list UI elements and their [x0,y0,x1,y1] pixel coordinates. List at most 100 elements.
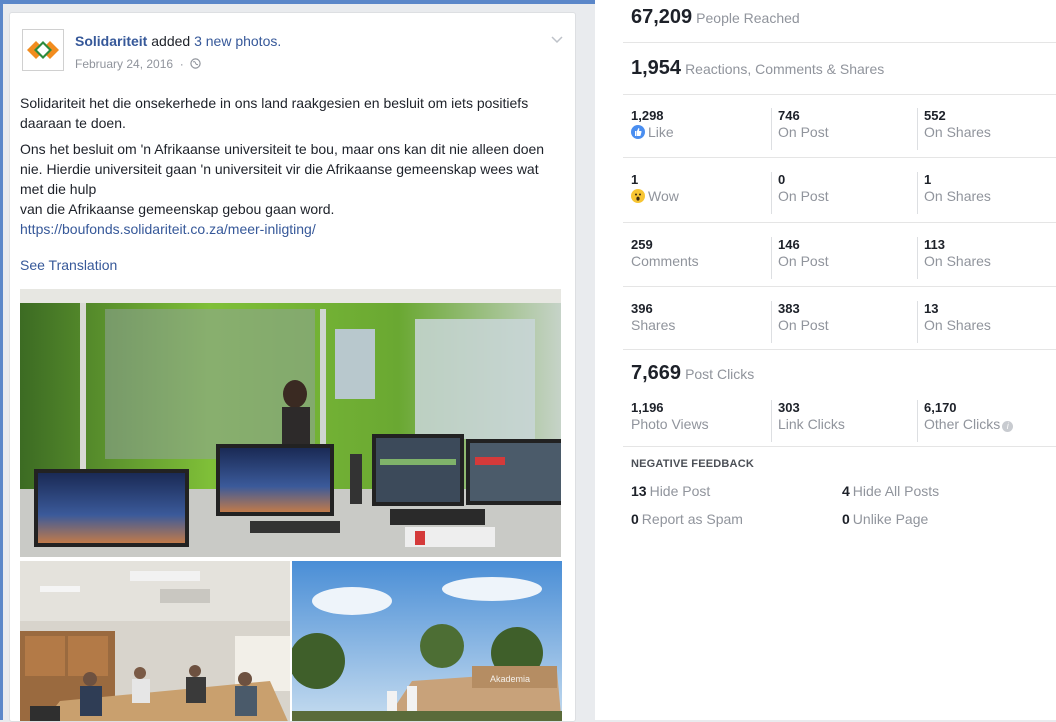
like-total-cell: 1,298 Like [631,108,761,150]
wow-total-label-wrap: Wow [631,187,761,205]
separator-dot: · [176,57,188,71]
clicks-row: 1,196 Photo Views 303 Link Clicks 6,170 … [631,400,1056,444]
new-photos-link[interactable]: 3 new photos. [194,33,281,49]
like-on-post-value: 746 [778,108,800,123]
post-card: Solidariteit added 3 new photos. Februar… [9,12,576,722]
post-clicks-value: 7,669 [631,362,682,384]
wow-on-shares-cell: 1 On Shares [917,172,1054,214]
comments-on-shares-label: On Shares [924,253,991,269]
comments-on-shares-cell: 113 On Shares [917,237,1054,279]
post-photo-main[interactable] [20,289,561,557]
wow-on-post-cell: 0 On Post [771,172,908,214]
link-clicks-value: 303 [778,400,800,415]
post-paragraph-2: Ons het besluit om 'n Afrikaanse univers… [20,139,560,239]
divider [623,222,1056,223]
akademia-building-photo: Akademia [292,561,562,721]
reactions-row-like: 1,298 Like 746 On Post 552 On Shares [631,108,1056,152]
see-translation-link[interactable]: See Translation [20,257,117,273]
link-clicks-cell: 303 Link Clicks [771,400,908,442]
shares-on-shares-label: On Shares [924,317,991,333]
other-clicks-label-wrap: Other Clicks i [924,415,1054,433]
post-date-line: February 24, 2016 · [75,57,202,71]
like-total-label-wrap: Like [631,123,761,141]
other-clicks-cell: 6,170 Other Clicks i [917,400,1054,442]
comments-total-label: Comments [631,253,699,269]
like-on-post-cell: 746 On Post [771,108,908,150]
wow-total-value: 1 [631,172,639,187]
post-options-chevron-icon[interactable] [549,31,565,47]
divider [623,94,1056,95]
comments-on-shares-value: 113 [924,237,945,252]
hide-post-stat: 13 Hide Post [631,483,710,499]
shares-total-label: Shares [631,317,676,333]
shares-on-post-value: 383 [778,301,800,316]
post-clicks-line: 7,669 Post Clicks [631,362,754,385]
reactions-row-comments: 259 Comments 146 On Post 113 On Shares [631,237,1056,281]
post-date[interactable]: February 24, 2016 [75,57,173,71]
other-clicks-value: 6,170 [924,400,957,415]
divider [623,446,1056,447]
photo-views-cell: 1,196 Photo Views [631,400,761,442]
wow-on-post-value: 0 [778,172,786,187]
hide-all-posts-value: 4 [842,483,850,499]
post-paragraph-2-line-1: Ons het besluit om 'n Afrikaanse univers… [20,141,545,197]
wow-on-post-label: On Post [778,188,829,204]
negative-feedback-title: NEGATIVE FEEDBACK [631,458,754,470]
shares-on-shares-cell: 13 On Shares [917,301,1054,343]
divider [623,42,1056,43]
shares-on-post-cell: 383 On Post [771,301,908,343]
reactions-row-shares: 396 Shares 383 On Post 13 On Shares [631,301,1056,345]
wow-total-cell: 1 Wow [631,172,761,214]
page-avatar[interactable] [22,29,64,71]
wow-total-label: Wow [648,188,679,204]
window-frame-left [0,0,3,720]
unlike-page-value: 0 [842,511,850,527]
photo-views-value: 1,196 [631,400,664,415]
report-spam-stat: 0 Report as Spam [631,511,743,527]
shares-total-value: 396 [631,301,653,316]
photo-views-label: Photo Views [631,416,709,432]
globe-icon[interactable] [190,58,202,69]
hide-all-posts-label: Hide All Posts [852,483,940,499]
other-clicks-label: Other Clicks [924,416,1001,432]
solidariteit-logo-icon [23,30,63,70]
control-room-photo [20,289,561,557]
wow-icon [631,189,645,203]
shares-total-cell: 396 Shares [631,301,761,343]
people-reached-line: 67,209 People Reached [631,6,800,29]
report-spam-label: Report as Spam [641,511,743,527]
comments-total-cell: 259 Comments [631,237,761,279]
like-total-value: 1,298 [631,108,664,123]
comments-on-post-label: On Post [778,253,829,269]
report-spam-value: 0 [631,511,639,527]
author-name-link[interactable]: Solidariteit [75,33,147,49]
post-photo-building[interactable]: Akademia [292,561,562,721]
like-on-shares-label: On Shares [924,124,991,140]
comments-total-value: 259 [631,237,653,252]
post-action-text: added [151,33,191,49]
comments-on-post-cell: 146 On Post [771,237,908,279]
post-clicks-label: Post Clicks [685,366,755,382]
hide-all-posts-stat: 4 Hide All Posts [842,483,939,499]
wow-on-shares-value: 1 [924,172,932,187]
post-paragraph-2-line-2: van die Afrikaanse gemeenskap gebou gaan… [20,201,335,217]
post-text: Solidariteit het die onsekerhede in ons … [20,93,560,245]
like-on-post-label: On Post [778,124,829,140]
post-header: Solidariteit added 3 new photos. Februar… [20,29,565,77]
like-on-shares-cell: 552 On Shares [917,108,1054,150]
hide-post-label: Hide Post [649,483,711,499]
like-icon [631,125,645,139]
shares-on-shares-value: 13 [924,301,939,316]
info-icon[interactable]: i [1002,421,1014,432]
engagement-value: 1,954 [631,57,682,79]
engagement-label: Reactions, Comments & Shares [685,61,885,77]
comments-on-post-value: 146 [778,237,800,252]
post-photo-meeting[interactable] [20,561,290,721]
like-total-label: Like [648,124,674,140]
people-reached-value: 67,209 [631,6,693,28]
post-external-link[interactable]: https://boufonds.solidariteit.co.za/meer… [20,221,316,237]
wow-on-shares-label: On Shares [924,188,991,204]
meeting-room-photo [20,561,290,721]
divider [623,157,1056,158]
post-paragraph-1: Solidariteit het die onsekerhede in ons … [20,95,529,131]
